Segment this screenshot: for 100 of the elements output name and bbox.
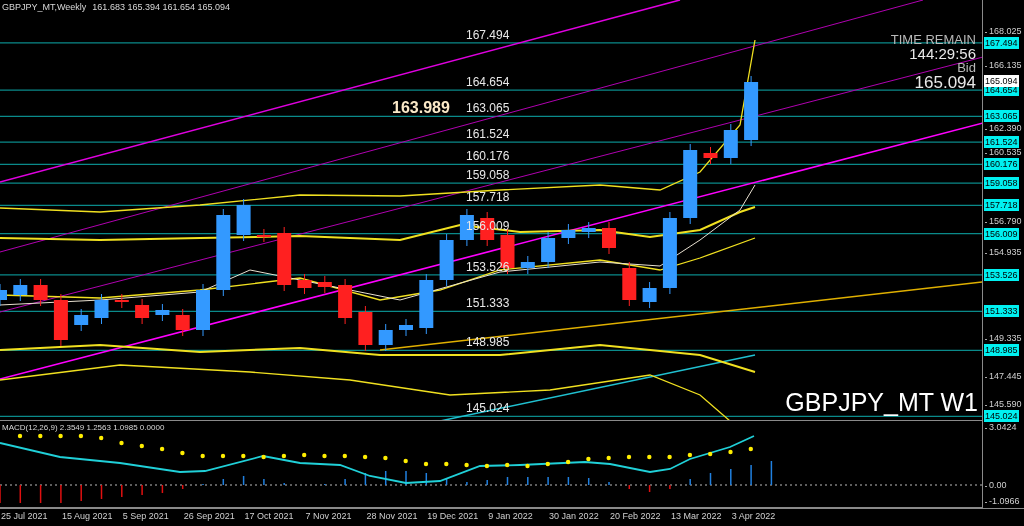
signal-dot [586,456,591,462]
candle [297,273,312,295]
histogram-bar [648,484,651,493]
level-price-tag: 145.024 [984,410,1019,423]
signal-dot [626,454,632,460]
bid-price-tag: 165.094 [984,74,1019,87]
level-price-tag: 163.065 [984,110,1019,123]
signal-dot [423,461,429,467]
histogram-bar [161,484,164,494]
signal-dot [99,435,104,441]
candle [175,308,190,337]
price-scale-label: 149.335 [985,333,1022,344]
candle [53,293,68,347]
signal-dot [78,433,84,439]
candle [541,231,556,269]
level-label: 148.985 [466,335,510,350]
price-scale-label: 160.535 [985,147,1022,158]
signal-dot [525,463,530,469]
ohlc-values: 161.683 165.394 161.654 165.094 [92,2,230,12]
histogram-bar [39,484,42,504]
level-label: 167.494 [466,27,510,42]
histogram-bar [770,460,773,486]
candle [114,293,129,309]
candle [236,198,251,242]
price-scale-label: 162.390 [985,122,1022,133]
histogram-bar [19,484,22,504]
date-label: 9 Jan 2022 [488,511,533,521]
macd-scale-label: 0.00 [985,480,1007,490]
level-label: 157.718 [466,190,510,205]
candle [358,305,373,352]
level-label: 163.065 [466,101,510,116]
candle [13,278,28,302]
signal-dot [38,433,43,439]
signal-dot [667,454,672,460]
histogram-bar [364,472,367,486]
candle [74,308,89,332]
level-label: 164.654 [466,75,510,89]
candle [256,228,271,243]
signal-dot [58,433,63,439]
histogram-bar [242,475,245,486]
histogram-bar [181,484,184,490]
symbol-timeframe-label: GBPJPY_MT W1 [785,388,978,417]
candle [744,75,759,147]
candle [135,298,150,325]
level-price-tag: 159.058 [984,177,1019,190]
level-price-tag: 156.009 [984,227,1019,240]
signal-dot [606,455,611,461]
histogram-bar [709,472,712,486]
date-label: 25 Jul 2021 [1,511,48,521]
signal-dot [444,461,449,467]
candle [196,283,210,337]
histogram-bar [222,478,225,486]
signal-dot [464,462,469,468]
signal-dot [180,450,185,456]
signal-dot [565,459,571,465]
level-price-tag: 157.718 [984,199,1019,212]
level-price-tag: 153.526 [984,268,1019,281]
macd-label: MACD(12,26,9) 2.3549 1.2563 1.0985 0.0000 [2,423,165,432]
candle [317,275,332,294]
signal-dot [748,446,753,452]
date-label: 19 Dec 2021 [427,511,479,521]
candle [378,323,393,352]
price-scale-label: 168.025 [985,25,1022,36]
histogram-bar [384,470,387,486]
date-label: 3 Apr 2022 [731,511,776,521]
price-scale-label: 145.590 [985,399,1022,410]
signal-dot [687,452,693,458]
level-price-tag: 148.985 [984,344,1019,357]
signal-dot [241,453,246,459]
level-label: 151.333 [466,296,510,311]
signal-dot [139,443,144,449]
time-remain-value: 144:29:56 [909,46,976,61]
level-price-tag: 167.494 [984,36,1019,49]
date-label: 17 Oct 2021 [244,511,294,521]
signal-dot [220,453,226,459]
candle [642,281,657,309]
price-scale-label: 147.445 [985,371,1022,382]
level-label: 156.009 [466,218,510,233]
level-label: 160.176 [466,149,510,164]
histogram-bar [100,484,103,500]
histogram-bar [425,472,428,486]
level-label: 161.524 [466,127,510,142]
date-label: 26 Sep 2021 [183,511,235,521]
level-price-tag: 161.524 [984,136,1019,149]
signal-dot [383,455,388,461]
candle [581,221,596,239]
signal-dot [302,452,307,458]
signal-dot [261,454,266,460]
signal-dot [647,454,652,460]
signal-dot [708,451,713,457]
date-label: 5 Sep 2021 [122,511,169,521]
signal-dot [505,462,510,468]
candle [520,255,535,275]
signal-dot [200,453,205,459]
signal-dot [362,454,368,460]
histogram-bar [567,476,570,486]
candle [277,226,292,292]
signal-dot [342,453,347,459]
histogram-bar [628,484,631,490]
date-label: 7 Nov 2021 [305,511,352,521]
